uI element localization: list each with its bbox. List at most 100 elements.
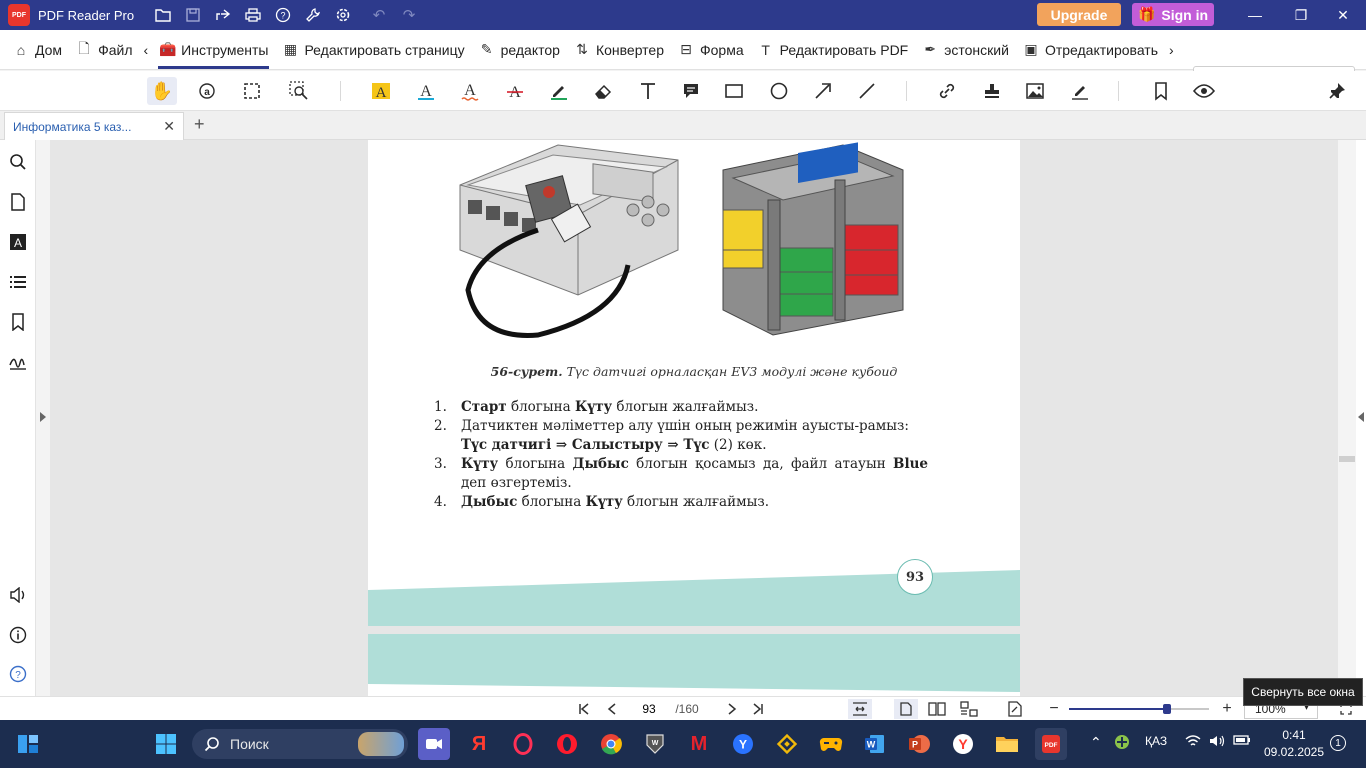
sidebar-thumbnails-icon[interactable]	[4, 188, 32, 216]
yandex-y-icon[interactable]: Y	[947, 728, 979, 760]
open-folder-icon[interactable]	[148, 0, 178, 30]
tray-app-icon[interactable]	[1114, 734, 1130, 753]
taskbar-search[interactable]: Поиск	[192, 729, 408, 759]
yandex-app-icon[interactable]: Я	[463, 728, 495, 760]
sidebar-bookmark-icon[interactable]	[4, 308, 32, 336]
strikeout-icon[interactable]: A	[500, 77, 530, 105]
menu-scroll-left[interactable]: ‹	[139, 30, 152, 70]
pdf-reader-taskbar-icon[interactable]: PDF	[1035, 728, 1067, 760]
chrome-icon[interactable]	[595, 728, 627, 760]
document-tab[interactable]: Информатика 5 каз... ✕	[4, 112, 184, 140]
image-icon[interactable]	[1020, 77, 1050, 105]
menu-form[interactable]: ⊟ Форма	[671, 30, 751, 70]
share-icon[interactable]	[208, 0, 238, 30]
stamp-icon[interactable]	[977, 77, 1007, 105]
wifi-icon[interactable]	[1185, 734, 1201, 751]
sidebar-signature-icon[interactable]	[4, 348, 32, 376]
hand-tool-icon[interactable]: ✋	[147, 77, 177, 105]
eraser-icon[interactable]	[588, 77, 618, 105]
settings-gear-icon[interactable]	[328, 0, 358, 30]
freehand-icon[interactable]	[544, 77, 574, 105]
minimize-button[interactable]: —	[1232, 0, 1278, 30]
redo-icon[interactable]: ↷	[394, 0, 424, 30]
current-page-input[interactable]	[630, 700, 668, 718]
zoom-area-icon[interactable]	[284, 77, 314, 105]
tray-chevron-up-icon[interactable]: ⌃	[1090, 734, 1102, 751]
battery-icon[interactable]	[1233, 734, 1251, 749]
select-text-icon[interactable]: a	[192, 77, 222, 105]
zoom-slider-knob[interactable]	[1163, 704, 1171, 714]
file-explorer-icon[interactable]	[991, 728, 1023, 760]
rectangle-icon[interactable]	[719, 77, 749, 105]
close-tab-icon[interactable]: ✕	[163, 118, 175, 135]
powerpoint-icon[interactable]: P	[903, 728, 935, 760]
menu-home[interactable]: ⌂ Дом	[6, 30, 69, 70]
start-windows-icon[interactable]	[150, 728, 182, 760]
text-box-icon[interactable]	[633, 77, 663, 105]
underline-icon[interactable]: A	[411, 77, 441, 105]
squiggly-icon[interactable]: A	[455, 77, 485, 105]
document-viewport[interactable]: 56-сурет. Түс датчигі орналасқан EV3 мод…	[50, 140, 1338, 696]
page-layout-icon[interactable]	[957, 699, 981, 719]
input-language[interactable]: ҚАЗ	[1145, 734, 1167, 748]
eye-icon[interactable]	[1189, 77, 1219, 105]
maximize-button[interactable]: ❐	[1278, 0, 1324, 30]
print-icon[interactable]	[238, 0, 268, 30]
opera-icon[interactable]	[551, 728, 583, 760]
menu-file[interactable]: 🗋 Файл	[69, 30, 139, 70]
first-page-icon[interactable]	[574, 699, 594, 719]
right-panel-toggle[interactable]	[1356, 140, 1366, 696]
sidebar-info-icon[interactable]	[4, 621, 32, 649]
save-icon[interactable]	[178, 0, 208, 30]
upgrade-button[interactable]: Upgrade	[1037, 3, 1121, 26]
new-tab-icon[interactable]: +	[194, 114, 205, 135]
help-icon[interactable]: ?	[268, 0, 298, 30]
pin-icon[interactable]	[1322, 77, 1352, 105]
menu-estonian[interactable]: ✒ эстонский	[915, 30, 1016, 70]
menu-scroll-right[interactable]: ›	[1165, 30, 1178, 70]
area-select-icon[interactable]	[237, 77, 267, 105]
menu-redact[interactable]: ▣ Отредактировать	[1016, 30, 1165, 70]
sidebar-outline-icon[interactable]	[4, 268, 32, 296]
sidebar-speaker-icon[interactable]	[4, 581, 32, 609]
widgets-icon[interactable]	[12, 728, 44, 760]
sidebar-search-icon[interactable]	[4, 148, 32, 176]
highlight-icon[interactable]: A	[366, 77, 396, 105]
link-icon[interactable]	[932, 77, 962, 105]
next-page-icon[interactable]	[722, 699, 742, 719]
meet-app-icon[interactable]	[418, 728, 450, 760]
game-controller-icon[interactable]	[815, 728, 847, 760]
volume-icon[interactable]	[1209, 734, 1225, 751]
last-page-icon[interactable]	[748, 699, 768, 719]
arrow-icon[interactable]	[808, 77, 838, 105]
single-page-icon[interactable]	[894, 699, 918, 719]
two-page-icon[interactable]	[925, 699, 949, 719]
note-icon[interactable]	[676, 77, 706, 105]
wrench-icon[interactable]	[298, 0, 328, 30]
fit-width-icon[interactable]	[848, 699, 872, 719]
menu-tools[interactable]: 🧰 Инструменты	[152, 30, 275, 70]
notification-badge[interactable]: 1	[1330, 735, 1346, 751]
sign-in-button[interactable]: 🎁 Sign in	[1132, 3, 1214, 26]
zoom-out-icon[interactable]: −	[1044, 699, 1064, 719]
sidebar-annotations-icon[interactable]: A	[4, 228, 32, 256]
menu-editor[interactable]: ✎ редактор	[472, 30, 567, 70]
opera-gx-icon[interactable]	[507, 728, 539, 760]
menu-edit-pdf[interactable]: T Редактировать PDF	[751, 30, 916, 70]
binance-icon[interactable]	[771, 728, 803, 760]
menu-converter[interactable]: ⇅ Конвертер	[567, 30, 671, 70]
close-window-button[interactable]: ✕	[1320, 0, 1366, 30]
world-of-tanks-icon[interactable]: W	[639, 728, 671, 760]
signature-icon[interactable]	[1065, 77, 1095, 105]
yandex-browser-icon[interactable]: Y	[727, 728, 759, 760]
vertical-scrollbar[interactable]	[1338, 140, 1356, 696]
bookmark-icon[interactable]	[1146, 77, 1176, 105]
crop-page-icon[interactable]	[1004, 699, 1026, 719]
scrollbar-thumb[interactable]	[1339, 456, 1355, 462]
zoom-in-icon[interactable]: +	[1217, 699, 1237, 719]
previous-page-icon[interactable]	[602, 699, 622, 719]
zoom-slider[interactable]	[1069, 704, 1209, 714]
menu-edit-page[interactable]: ▦ Редактировать страницу	[275, 30, 471, 70]
sidebar-help-icon[interactable]: ?	[4, 660, 32, 688]
taskbar-clock[interactable]: 0:41 09.02.2025	[1262, 727, 1326, 761]
